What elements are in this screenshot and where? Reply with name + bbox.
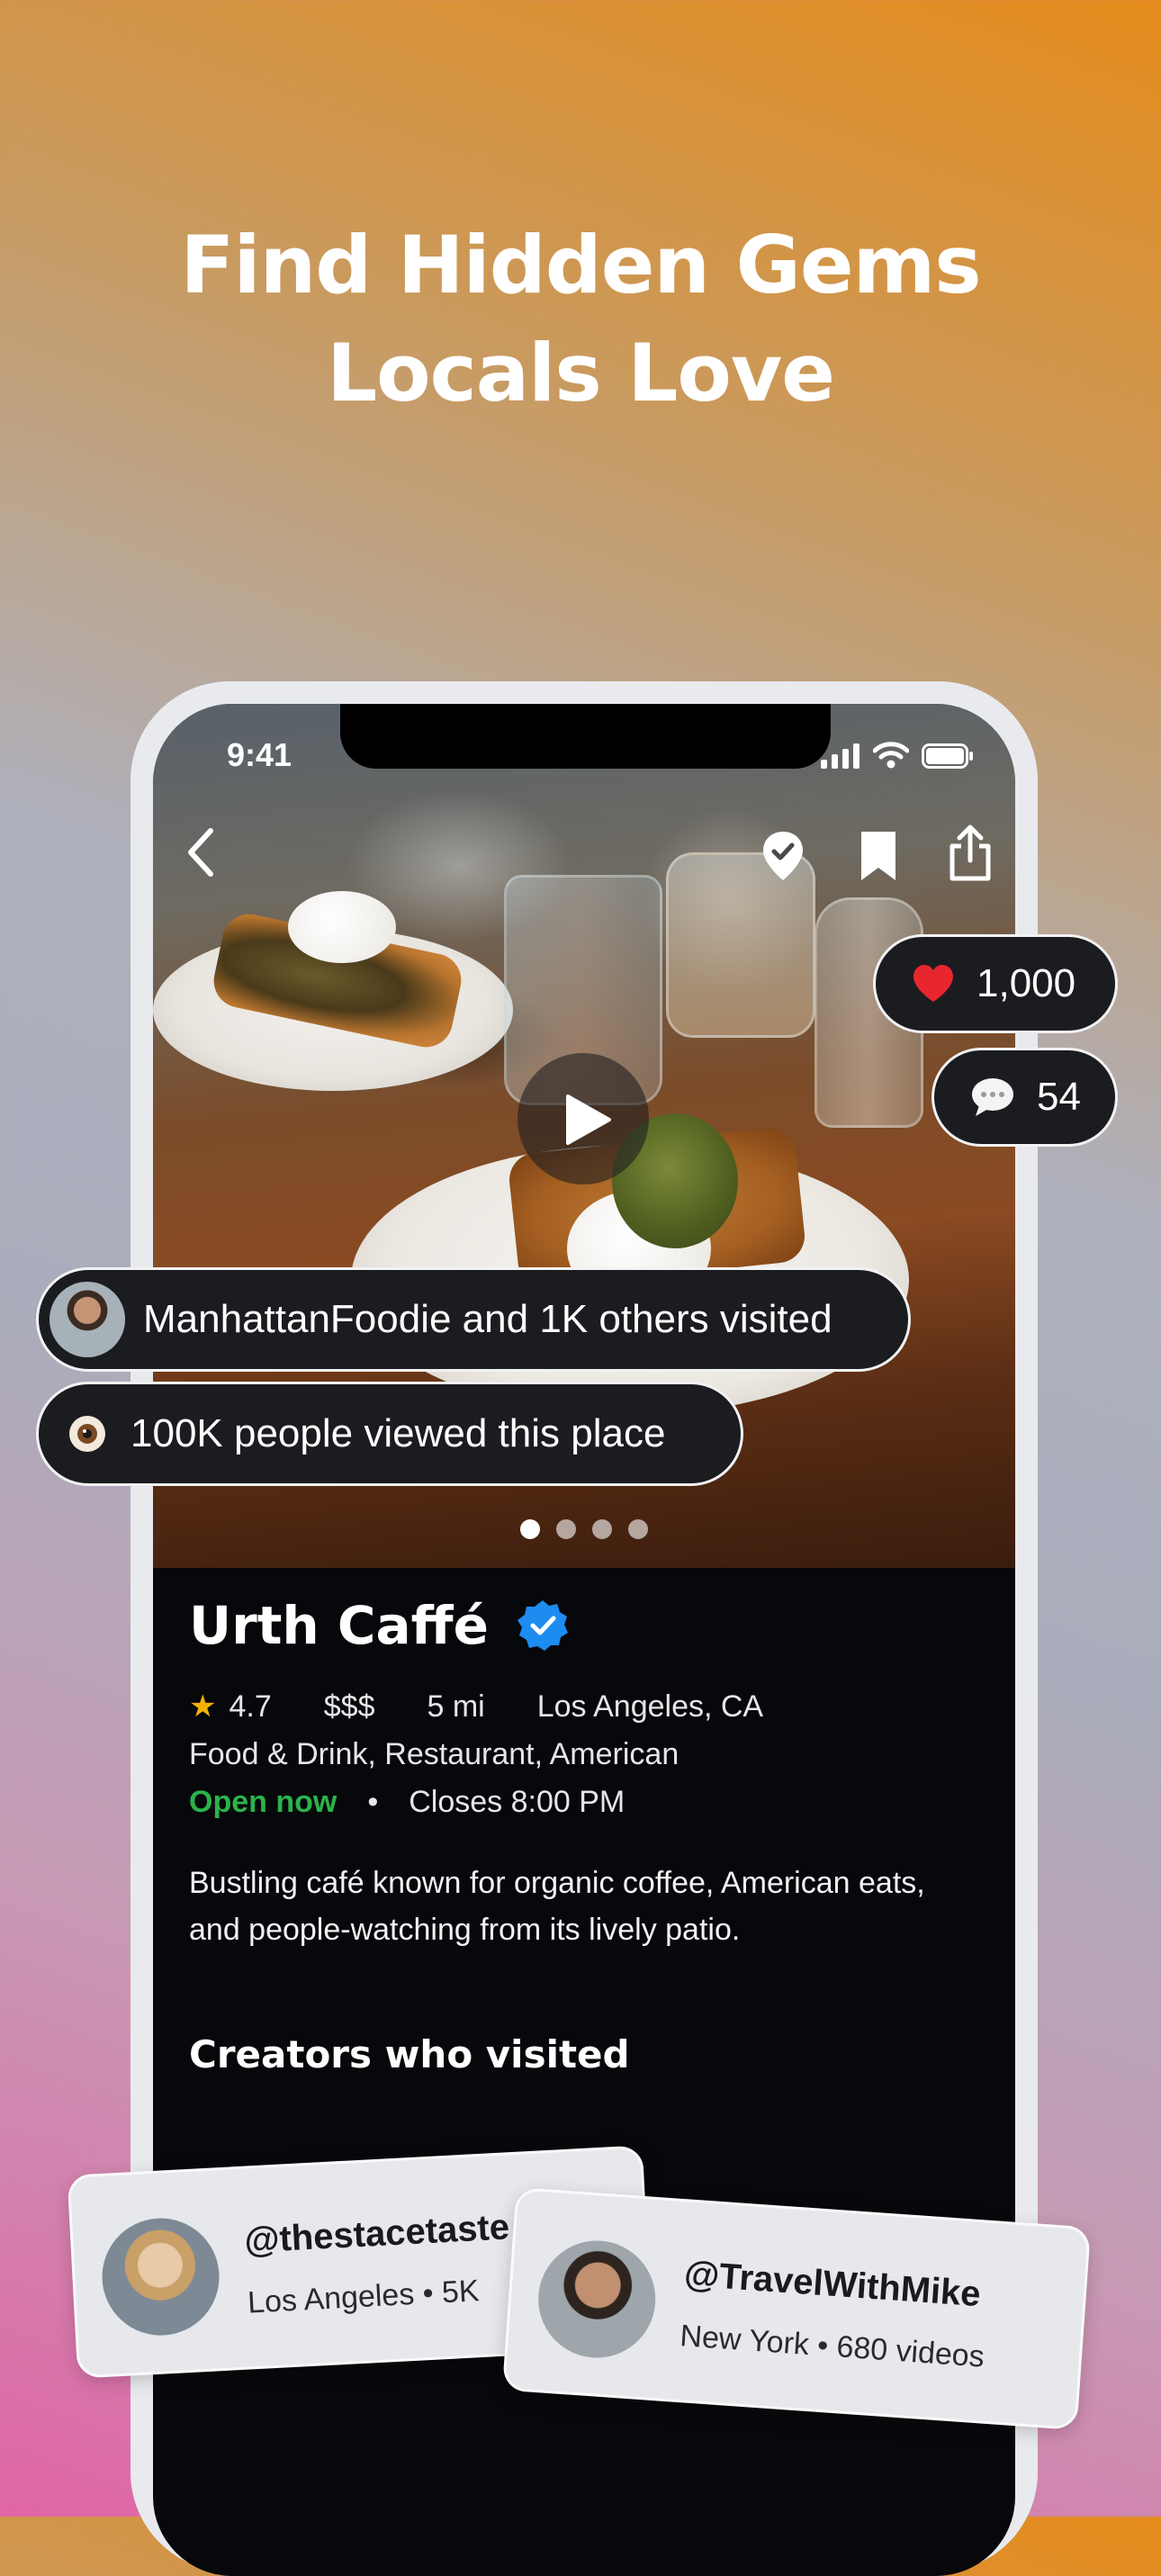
carousel-dot[interactable] xyxy=(520,1519,540,1539)
notch xyxy=(340,704,831,769)
distance: 5 mi xyxy=(427,1689,485,1724)
creator-subtitle: Los Angeles • 5K xyxy=(247,2274,481,2320)
location: Los Angeles, CA xyxy=(536,1689,764,1724)
bookmark-icon xyxy=(861,832,896,880)
views-text: 100K people viewed this place xyxy=(130,1411,666,1455)
carousel-dot[interactable] xyxy=(592,1519,612,1539)
avatar xyxy=(534,2237,660,2362)
star-icon: ★ xyxy=(189,1689,217,1724)
place-description: Bustling café known for organic coffee, … xyxy=(189,1866,925,1947)
heart-icon xyxy=(914,965,953,1002)
rating: 4.7 xyxy=(229,1689,272,1724)
place-name-row: Urth Caffé xyxy=(189,1595,981,1656)
eye-icon xyxy=(69,1416,105,1452)
separator-dot: • xyxy=(367,1785,379,1819)
closing-time: Closes 8:00 PM xyxy=(409,1785,626,1819)
creator-handle: @TravelWithMike xyxy=(682,2254,982,2315)
place-details: Urth Caffé ★ 4.7 $$$ 5 mi Los Angeles, C… xyxy=(189,1595,981,2076)
price-level: $$$ xyxy=(323,1689,375,1724)
chevron-left-icon xyxy=(188,828,213,877)
avatar xyxy=(99,2215,222,2338)
place-name: Urth Caffé xyxy=(189,1595,489,1656)
views-pill: 100K people viewed this place xyxy=(36,1382,743,1486)
open-status: Open now xyxy=(189,1785,338,1819)
share-icon xyxy=(950,824,991,881)
place-meta: ★ 4.7 $$$ 5 mi Los Angeles, CA xyxy=(189,1689,981,1725)
visited-pill[interactable]: ManhattanFoodie and 1K others visited xyxy=(36,1267,911,1372)
place-categories: Food & Drink, Restaurant, American xyxy=(189,1737,680,1771)
creator-handle: @thestacetaste xyxy=(243,2207,511,2261)
headline-line-1: Find Hidden Gems xyxy=(180,219,981,311)
creator-card[interactable]: @TravelWithMike New York • 680 videos xyxy=(501,2186,1092,2431)
likes-pill[interactable]: 1,000 xyxy=(873,934,1118,1033)
avatar xyxy=(50,1282,125,1357)
carousel-dot[interactable] xyxy=(628,1519,648,1539)
carousel-dot[interactable] xyxy=(556,1519,576,1539)
creator-subtitle: New York • 680 videos xyxy=(679,2319,986,2374)
verified-badge-icon xyxy=(517,1600,568,1651)
speech-bubble-icon xyxy=(972,1078,1013,1116)
share-button[interactable] xyxy=(949,824,992,887)
visited-text: ManhattanFoodie and 1K others visited xyxy=(143,1297,832,1341)
battery-icon xyxy=(922,743,973,769)
comments-count: 54 xyxy=(1037,1075,1081,1119)
visited-button[interactable] xyxy=(761,830,805,887)
location-check-icon xyxy=(763,832,803,880)
wifi-icon xyxy=(873,742,909,769)
likes-count: 1,000 xyxy=(976,961,1076,1005)
place-hours: Open now • Closes 8:00 PM xyxy=(189,1785,981,1820)
bookmark-button[interactable] xyxy=(860,830,897,887)
signal-icon xyxy=(821,743,860,769)
creators-section-title: Creators who visited xyxy=(189,2032,630,2076)
play-button[interactable] xyxy=(518,1053,649,1184)
back-button[interactable] xyxy=(184,825,220,884)
photo-egg xyxy=(288,891,396,963)
headline-line-2: Locals Love xyxy=(327,327,835,419)
comments-pill[interactable]: 54 xyxy=(932,1048,1118,1147)
headline: Find Hidden Gems Locals Love xyxy=(0,212,1161,428)
status-time: 9:41 xyxy=(227,736,292,773)
carousel-dots[interactable] xyxy=(153,1519,1015,1539)
status-icons xyxy=(821,742,974,769)
play-icon xyxy=(566,1094,611,1145)
